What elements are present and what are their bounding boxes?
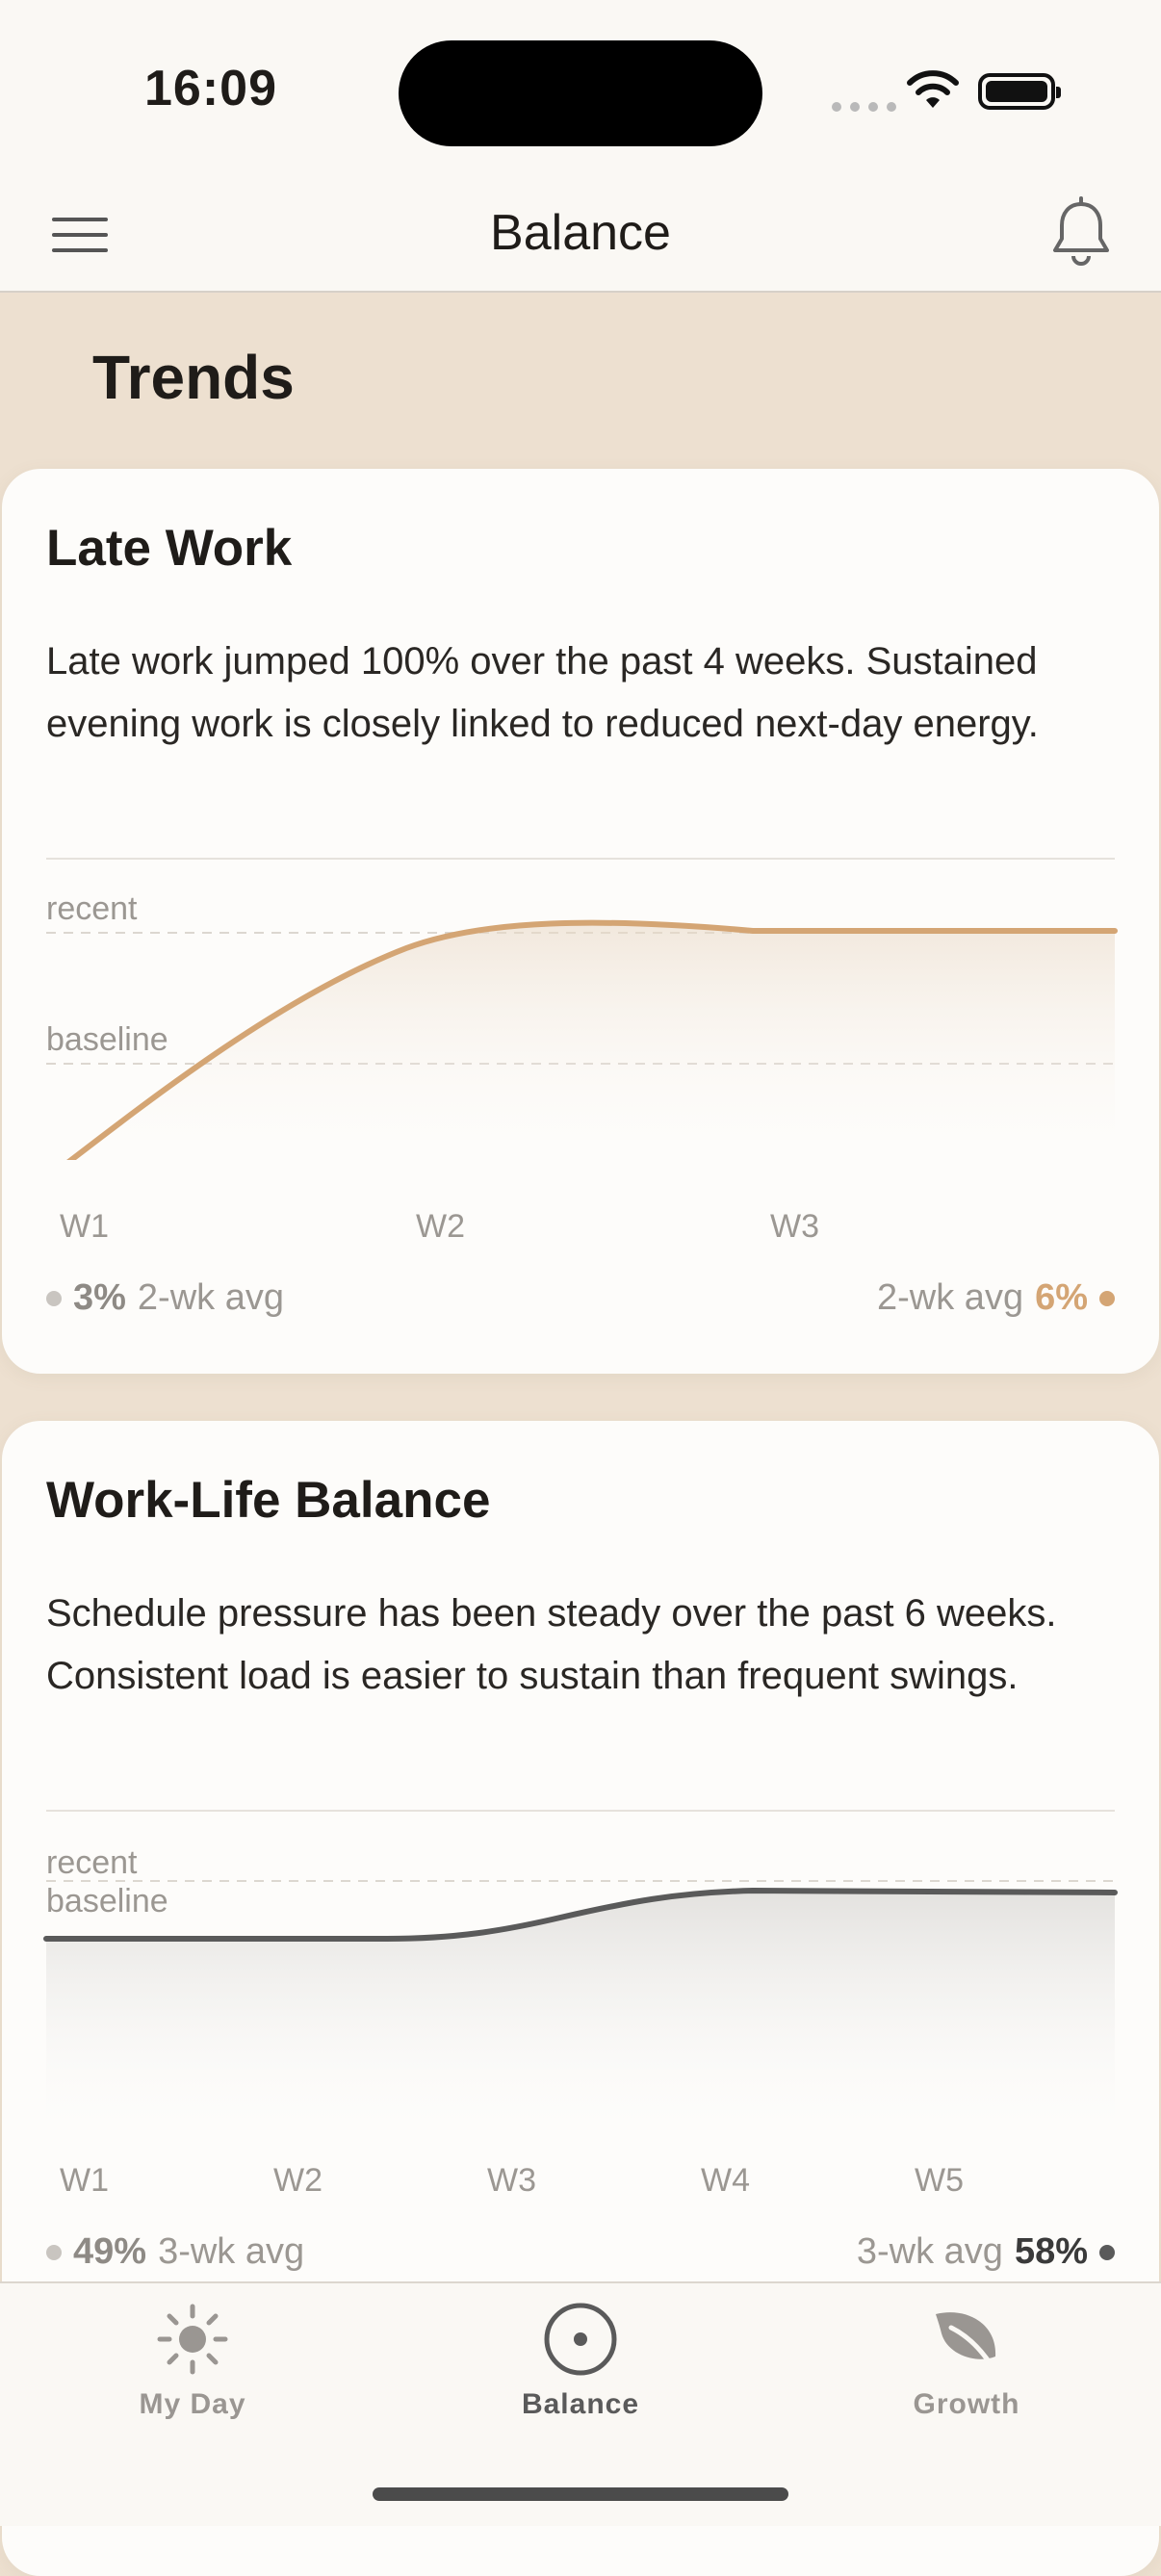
x-tick: W2 — [273, 2162, 322, 2199]
card-description: Schedule pressure has been steady over t… — [46, 1592, 1057, 1697]
home-indicator — [373, 2487, 788, 2501]
legend-recent: 3-wk avg 58% — [857, 2231, 1115, 2273]
x-tick: W2 — [416, 1208, 465, 1245]
legend-label: 2-wk avg — [137, 1277, 284, 1318]
legend-label: 3-wk avg — [158, 2231, 305, 2272]
legend-value: 49% — [73, 2231, 147, 2272]
card-title: Work-Life Balance — [46, 1472, 491, 1529]
legend-label: 3-wk avg — [856, 2231, 1003, 2272]
late-work-chart: recent baseline — [46, 890, 1118, 1160]
area-fill — [46, 1891, 1115, 2152]
tab-growth[interactable]: Growth — [841, 2301, 1092, 2421]
legend-recent: 2-wk avg 6% — [877, 1277, 1115, 1319]
target-icon — [544, 2303, 617, 2376]
nav-bar: Balance — [0, 183, 1161, 293]
tab-label: My Day — [139, 2388, 246, 2420]
work-life-balance-chart: recent baseline — [43, 1844, 1118, 2152]
status-time: 16:09 — [144, 61, 277, 116]
card-description: Late work jumped 100% over the past 4 we… — [46, 640, 1039, 745]
card-title: Late Work — [46, 520, 293, 577]
baseline-label: baseline — [46, 1883, 168, 1919]
section-title: Trends — [92, 343, 295, 412]
legend-label: 2-wk avg — [877, 1277, 1024, 1318]
divider — [46, 1810, 1115, 1812]
legend-dot — [1099, 2244, 1115, 2260]
recent-label: recent — [46, 890, 138, 927]
tab-label: Growth — [913, 2388, 1020, 2420]
recent-label: recent — [46, 1844, 138, 1881]
late-work-card[interactable]: Late Work Late work jumped 100% over the… — [2, 469, 1159, 1374]
page-title: Balance — [490, 205, 671, 261]
legend-dot — [46, 1290, 62, 1306]
x-tick: W3 — [487, 2162, 536, 2199]
divider — [46, 858, 1115, 860]
x-tick: W1 — [60, 2162, 109, 2199]
dynamic-island — [399, 40, 762, 146]
x-tick: W4 — [701, 2162, 750, 2199]
legend-baseline: 49% 3-wk avg — [46, 2231, 304, 2273]
tab-balance[interactable]: Balance — [455, 2301, 706, 2421]
legend-value: 58% — [1014, 2231, 1088, 2272]
area-fill — [46, 922, 1115, 1160]
tab-my-day[interactable]: My Day — [67, 2301, 318, 2421]
legend-value: 3% — [73, 1277, 126, 1318]
legend-baseline: 3% 2-wk avg — [46, 1277, 284, 1319]
wifi-icon — [907, 70, 959, 108]
x-tick: W5 — [915, 2162, 964, 2199]
legend-dot — [46, 2244, 62, 2260]
legend-dot — [1099, 1290, 1115, 1306]
battery-icon — [978, 73, 1061, 110]
baseline-label: baseline — [46, 1021, 168, 1058]
sun-icon — [157, 2304, 228, 2375]
x-tick: W1 — [60, 1208, 109, 1245]
tab-label: Balance — [521, 2388, 640, 2420]
legend-value: 6% — [1035, 1277, 1088, 1318]
leaf-icon — [936, 2312, 998, 2375]
signal-icon — [832, 102, 896, 112]
x-tick: W3 — [770, 1208, 819, 1245]
bell-icon[interactable] — [1049, 196, 1113, 270]
status-bar: 16:09 — [0, 0, 1161, 183]
